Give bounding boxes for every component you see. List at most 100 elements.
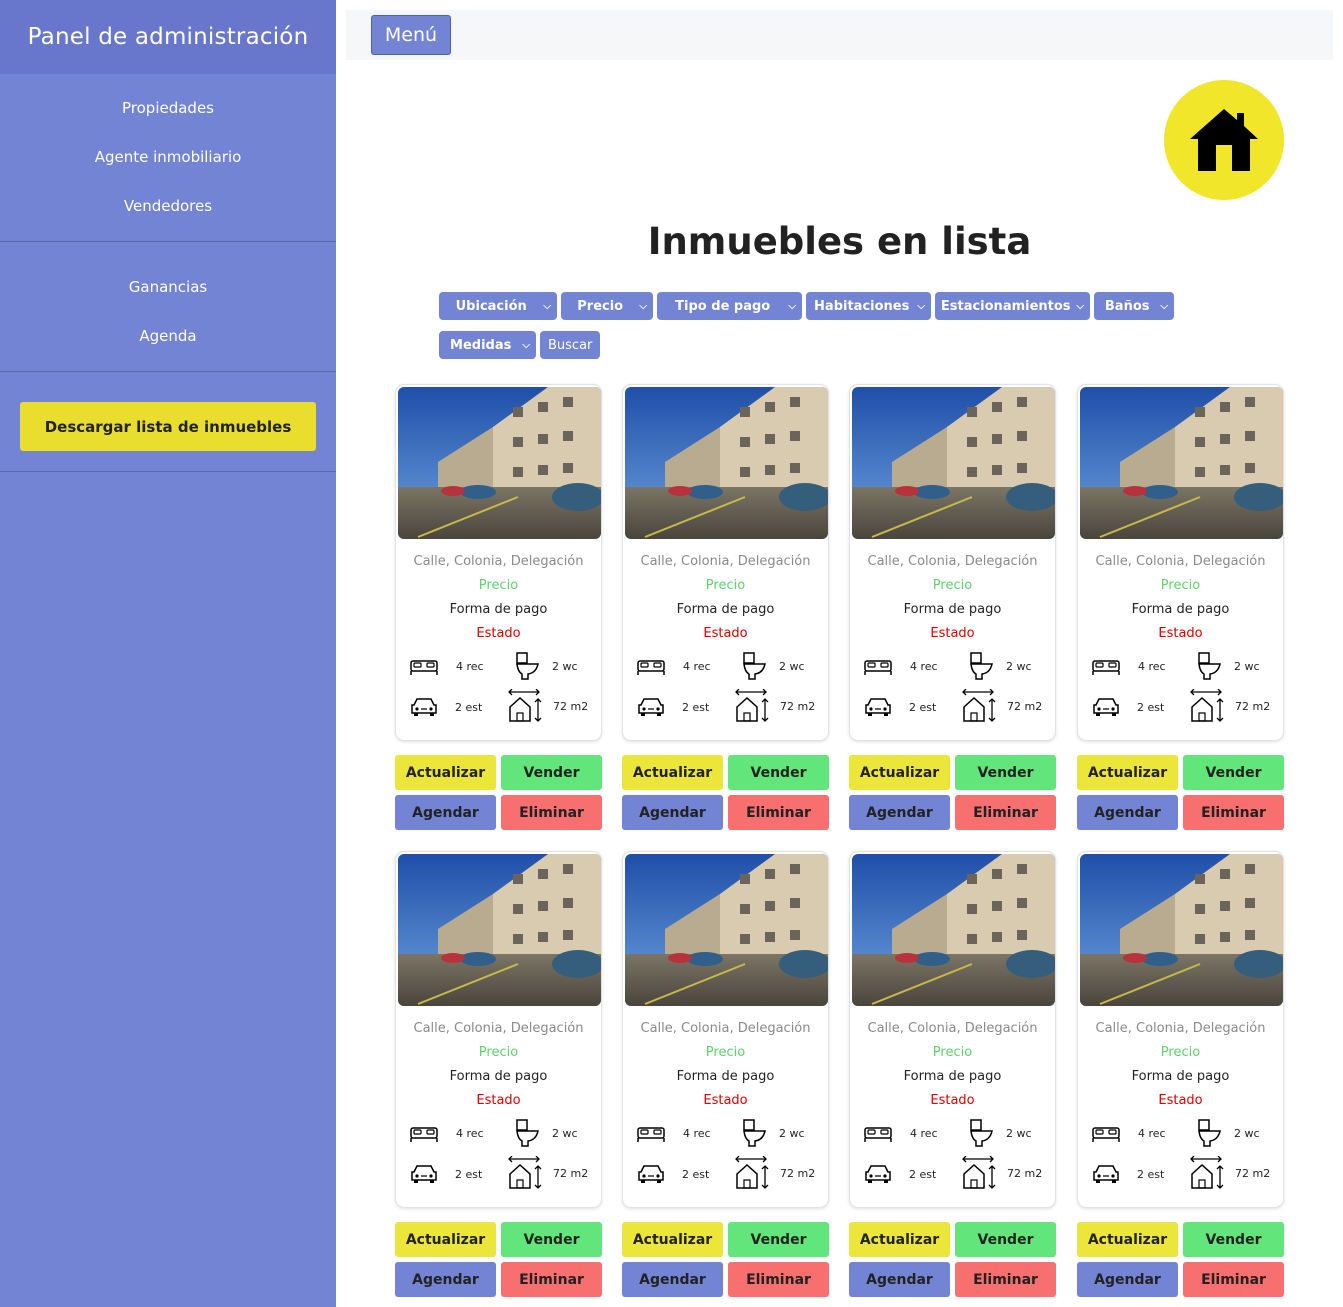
delete-button[interactable]: Eliminar — [955, 1262, 1056, 1297]
schedule-button[interactable]: Agendar — [395, 795, 496, 830]
rooms-value: 4 rec — [1138, 659, 1166, 673]
baths-value: 2 wc — [1006, 659, 1032, 673]
schedule-button[interactable]: Agendar — [1077, 795, 1178, 830]
update-button[interactable]: Actualizar — [395, 755, 496, 790]
update-button[interactable]: Actualizar — [1077, 755, 1178, 790]
bed-icon — [637, 1127, 665, 1142]
parking-value: 2 est — [909, 700, 937, 714]
filter-ubicacion[interactable]: Ubicación ⌵ — [439, 292, 557, 320]
update-button[interactable]: Actualizar — [395, 1222, 496, 1257]
toilet-icon — [743, 652, 766, 680]
schedule-button[interactable]: Agendar — [849, 1262, 950, 1297]
sell-button[interactable]: Vender — [955, 1222, 1056, 1257]
sell-button[interactable]: Vender — [501, 1222, 602, 1257]
filter-habitaciones[interactable]: Habitaciones ⌵ — [806, 292, 931, 320]
baths-value: 2 wc — [1234, 659, 1260, 673]
property-card[interactable]: Calle, Colonia, Delegación Precio Forma … — [395, 384, 602, 741]
property-image — [625, 854, 828, 1006]
property-card-cell: Calle, Colonia, Delegación Precio Forma … — [849, 384, 1056, 830]
sidebar-item-propiedades[interactable]: Propiedades — [0, 84, 336, 133]
menu-button[interactable]: Menú — [371, 15, 451, 55]
delete-button[interactable]: Eliminar — [1183, 1262, 1284, 1297]
filter-precio[interactable]: Precio ⌵ — [561, 292, 653, 320]
filter-label: Ubicación — [455, 298, 527, 314]
property-card[interactable]: Calle, Colonia, Delegación Precio Forma … — [622, 851, 829, 1208]
property-card-cell: Calle, Colonia, Delegación Precio Forma … — [1077, 384, 1284, 830]
sidebar-item-agente[interactable]: Agente inmobiliario — [0, 133, 336, 182]
property-card[interactable]: Calle, Colonia, Delegación Precio Forma … — [622, 384, 829, 741]
sell-button[interactable]: Vender — [501, 755, 602, 790]
feature-parking: 2 est — [863, 1163, 936, 1185]
size-value: 72 m2 — [1235, 1166, 1271, 1180]
schedule-button[interactable]: Agendar — [622, 795, 723, 830]
property-card-cell: Calle, Colonia, Delegación Precio Forma … — [395, 851, 602, 1297]
home-logo[interactable] — [1164, 80, 1284, 200]
property-state: Estado — [703, 1093, 748, 1108]
property-card[interactable]: Calle, Colonia, Delegación Precio Forma … — [1077, 384, 1284, 741]
update-button[interactable]: Actualizar — [1077, 1222, 1178, 1257]
sidebar-item-vendedores[interactable]: Vendedores — [0, 182, 336, 231]
property-payment: Forma de pago — [676, 602, 775, 617]
schedule-button[interactable]: Agendar — [395, 1262, 496, 1297]
card-actions: Actualizar Vender Agendar Eliminar — [1077, 755, 1284, 830]
feature-rooms: 4 rec — [1091, 1122, 1166, 1144]
house-size-icon — [1190, 1156, 1224, 1189]
parking-value: 2 est — [909, 1167, 937, 1181]
property-price: Precio — [478, 578, 519, 593]
update-button[interactable]: Actualizar — [849, 1222, 950, 1257]
sidebar-item-agenda[interactable]: Agenda — [0, 312, 336, 361]
delete-button[interactable]: Eliminar — [501, 795, 602, 830]
feature-size: 72 m2 — [507, 689, 588, 723]
schedule-button[interactable]: Agendar — [1077, 1262, 1178, 1297]
sell-button[interactable]: Vender — [728, 755, 829, 790]
feature-rooms: 4 rec — [409, 1122, 484, 1144]
feature-rooms: 4 rec — [636, 1122, 711, 1144]
filter-tipo-pago[interactable]: Tipo de pago ⌵ — [657, 292, 802, 320]
delete-button[interactable]: Eliminar — [955, 795, 1056, 830]
card-actions: Actualizar Vender Agendar Eliminar — [395, 1222, 602, 1297]
property-address: Calle, Colonia, Delegación — [867, 1021, 1038, 1036]
update-button[interactable]: Actualizar — [622, 755, 723, 790]
bed-icon — [864, 660, 892, 675]
property-card[interactable]: Calle, Colonia, Delegación Precio Forma … — [1077, 851, 1284, 1208]
page-title: Inmuebles en lista — [647, 220, 1032, 263]
feature-baths: 2 wc — [1196, 651, 1260, 681]
toilet-icon — [970, 1119, 993, 1147]
feature-size: 72 m2 — [961, 689, 1042, 723]
delete-button[interactable]: Eliminar — [1183, 795, 1284, 830]
feature-size: 72 m2 — [734, 689, 815, 723]
property-image — [1080, 854, 1283, 1006]
filter-estacionamientos[interactable]: Estacionamientos ⌵ — [935, 292, 1090, 320]
parking-value: 2 est — [455, 700, 483, 714]
delete-button[interactable]: Eliminar — [728, 1262, 829, 1297]
chevron-down-icon: ⌵ — [1160, 300, 1168, 312]
sell-button[interactable]: Vender — [955, 755, 1056, 790]
update-button[interactable]: Actualizar — [622, 1222, 723, 1257]
filter-banos[interactable]: Baños ⌵ — [1094, 292, 1174, 320]
download-list-button[interactable]: Descargar lista de inmuebles — [20, 402, 316, 451]
sell-button[interactable]: Vender — [1183, 755, 1284, 790]
sell-button[interactable]: Vender — [728, 1222, 829, 1257]
property-photo — [1080, 387, 1283, 539]
schedule-button[interactable]: Agendar — [849, 795, 950, 830]
update-button[interactable]: Actualizar — [849, 755, 950, 790]
property-card-cell: Calle, Colonia, Delegación Precio Forma … — [1077, 851, 1284, 1297]
property-card[interactable]: Calle, Colonia, Delegación Precio Forma … — [849, 851, 1056, 1208]
filter-medidas[interactable]: Medidas ⌵ — [439, 331, 536, 359]
delete-button[interactable]: Eliminar — [501, 1262, 602, 1297]
property-address: Calle, Colonia, Delegación — [867, 554, 1038, 569]
sidebar-item-ganancias[interactable]: Ganancias — [0, 263, 336, 312]
parking-value: 2 est — [1137, 700, 1165, 714]
search-button[interactable]: Buscar — [540, 331, 601, 359]
property-photo — [1080, 854, 1283, 1006]
property-address: Calle, Colonia, Delegación — [1095, 554, 1266, 569]
feature-parking: 2 est — [636, 696, 709, 718]
delete-button[interactable]: Eliminar — [728, 795, 829, 830]
schedule-button[interactable]: Agendar — [622, 1262, 723, 1297]
property-card[interactable]: Calle, Colonia, Delegación Precio Forma … — [395, 851, 602, 1208]
property-card-cell: Calle, Colonia, Delegación Precio Forma … — [622, 851, 829, 1297]
sell-button[interactable]: Vender — [1183, 1222, 1284, 1257]
house-size-icon — [735, 1156, 769, 1189]
property-card[interactable]: Calle, Colonia, Delegación Precio Forma … — [849, 384, 1056, 741]
property-card-cell: Calle, Colonia, Delegación Precio Forma … — [849, 851, 1056, 1297]
